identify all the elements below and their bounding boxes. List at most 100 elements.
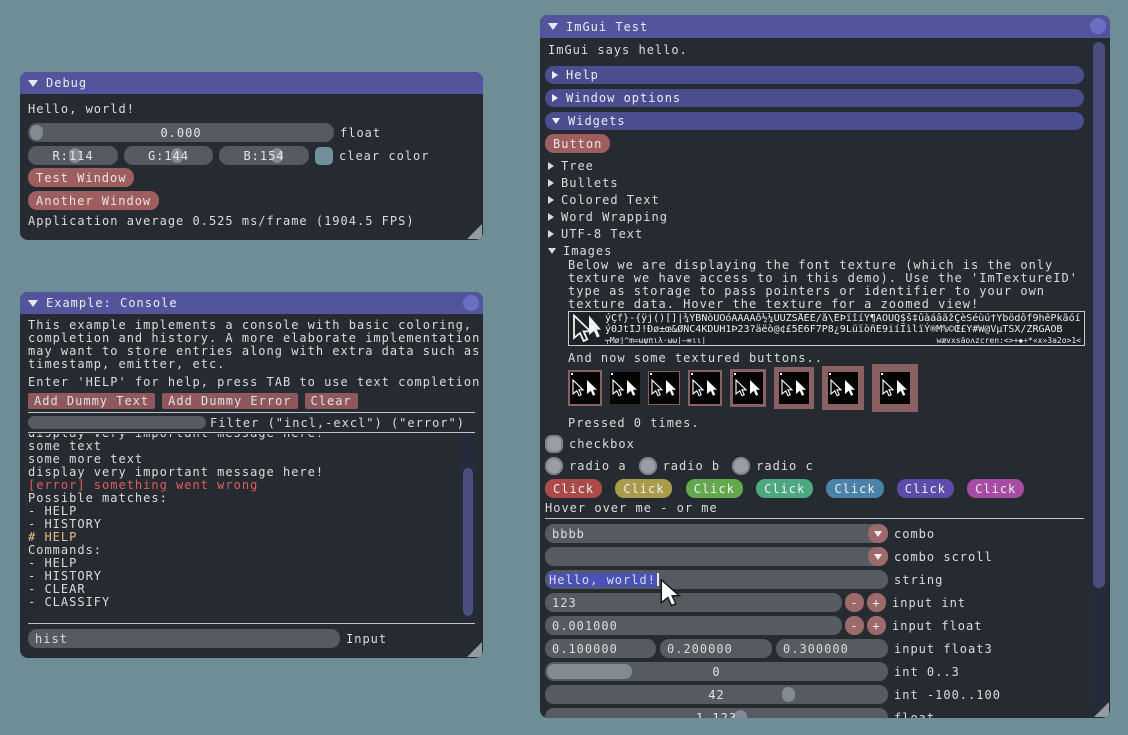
- close-icon[interactable]: [463, 295, 479, 311]
- test-titlebar[interactable]: ImGui Test: [540, 15, 1110, 38]
- slider-float[interactable]: 1.123: [545, 708, 888, 718]
- tree-node-utf8-text[interactable]: UTF-8 Text: [545, 225, 1084, 242]
- tree-label: Colored Text: [561, 193, 660, 207]
- header-widgets[interactable]: Widgets: [545, 112, 1084, 130]
- close-icon[interactable]: [1090, 18, 1106, 34]
- image-button[interactable]: [688, 370, 722, 406]
- color-edit-r-value: R:114: [28, 149, 118, 163]
- header-help[interactable]: Help: [545, 66, 1084, 84]
- imgui-test-window[interactable]: ImGui Test ImGui says hello. Help Window…: [540, 15, 1110, 718]
- header-window-options[interactable]: Window options: [545, 89, 1084, 107]
- debug-titlebar[interactable]: Debug: [20, 72, 483, 94]
- window-scrollbar-track[interactable]: [1091, 40, 1107, 714]
- collapse-arrow-icon[interactable]: [28, 80, 38, 87]
- separator: [28, 412, 475, 413]
- image-button[interactable]: [648, 371, 680, 405]
- color-edit-r[interactable]: R:114: [28, 146, 118, 165]
- tree-node-tree[interactable]: Tree: [545, 157, 1084, 174]
- click-button-teal[interactable]: Click: [756, 479, 813, 498]
- slider-label: int 0..3: [894, 665, 960, 679]
- image-button[interactable]: [610, 372, 640, 404]
- button-widget[interactable]: Button: [545, 134, 610, 153]
- window-scrollbar-thumb[interactable]: [1093, 42, 1105, 588]
- input-float-label: input float: [892, 619, 982, 633]
- input-float3-field-y[interactable]: 0.200000: [660, 639, 772, 658]
- resize-grip[interactable]: [1094, 702, 1109, 717]
- image-button[interactable]: [568, 370, 602, 406]
- tree-node-images[interactable]: Images: [545, 242, 1084, 259]
- resize-grip[interactable]: [467, 642, 482, 657]
- radio-c[interactable]: [732, 457, 750, 475]
- tree-node-word-wrapping[interactable]: Word Wrapping: [545, 208, 1084, 225]
- console-scrollbar-thumb[interactable]: [463, 468, 473, 616]
- click-button-olive[interactable]: Click: [615, 479, 672, 498]
- filter-input[interactable]: [28, 416, 206, 429]
- image-button[interactable]: [872, 364, 918, 412]
- add-dummy-text-button[interactable]: Add Dummy Text: [28, 393, 155, 409]
- test-window-button[interactable]: Test Window: [28, 168, 134, 187]
- color-edit-b[interactable]: B:154: [219, 146, 309, 165]
- decrement-button[interactable]: -: [845, 616, 864, 635]
- combo-arrow-button[interactable]: [868, 547, 888, 566]
- click-button-red[interactable]: Click: [545, 479, 602, 498]
- console-log[interactable]: display very important message here! som…: [28, 434, 475, 622]
- console-titlebar[interactable]: Example: Console: [20, 292, 483, 314]
- tree-label: Word Wrapping: [561, 210, 668, 224]
- tree-node-bullets[interactable]: Bullets: [545, 174, 1084, 191]
- combo-value: bbbb: [552, 527, 585, 541]
- textured-buttons-row: [568, 365, 1084, 411]
- console-window[interactable]: Example: Console This example implements…: [20, 292, 483, 658]
- string-input-value: Hello, world!: [548, 573, 657, 587]
- input-float3-z: 0.300000: [783, 642, 849, 656]
- greeting-text: ImGui says hello.: [548, 44, 1084, 57]
- cursor-texture: [779, 372, 809, 404]
- clear-button[interactable]: Clear: [305, 393, 358, 409]
- decrement-button[interactable]: -: [845, 593, 864, 612]
- tree-node-colored-text[interactable]: Colored Text: [545, 191, 1084, 208]
- input-float3-x: 0.100000: [552, 642, 618, 656]
- click-button-magenta[interactable]: Click: [967, 479, 1024, 498]
- input-float-field[interactable]: 0.001000: [545, 616, 842, 635]
- console-input-label: Input: [346, 632, 387, 646]
- input-float3-field-z[interactable]: 0.300000: [776, 639, 888, 658]
- radio-b[interactable]: [639, 457, 657, 475]
- console-command-input[interactable]: hist: [28, 629, 340, 648]
- cursor-arrow-outline-icon: [571, 314, 601, 344]
- combo-box[interactable]: bbbb: [545, 524, 888, 543]
- clear-color-swatch[interactable]: [315, 147, 333, 165]
- increment-button[interactable]: +: [867, 593, 886, 612]
- image-button[interactable]: [822, 366, 864, 410]
- image-button[interactable]: [730, 369, 766, 407]
- click-button-blue[interactable]: Click: [826, 479, 883, 498]
- click-button-purple[interactable]: Click: [897, 479, 954, 498]
- add-dummy-error-button[interactable]: Add Dummy Error: [162, 393, 297, 409]
- input-float3-label: input float3: [894, 642, 993, 656]
- increment-button[interactable]: +: [867, 616, 886, 635]
- input-float3-field-x[interactable]: 0.100000: [545, 639, 656, 658]
- color-edit-g[interactable]: G:144: [124, 146, 213, 165]
- float-slider[interactable]: 0.000: [28, 123, 334, 142]
- radio-a[interactable]: [545, 457, 563, 475]
- string-input[interactable]: Hello, world!: [545, 570, 888, 589]
- font-texture-row: wævxsäoʌzcren:<>+◆÷*«x»3a2o>1<: [937, 335, 1082, 344]
- checkbox[interactable]: [545, 435, 563, 453]
- combo-arrow-button[interactable]: [868, 524, 888, 543]
- log-line: - CLASSIFY: [28, 596, 475, 609]
- image-button[interactable]: [774, 367, 814, 409]
- another-window-button[interactable]: Another Window: [28, 191, 159, 210]
- tree-label: Bullets: [561, 176, 619, 190]
- console-scrollbar-track[interactable]: [461, 434, 475, 620]
- click-button-green[interactable]: Click: [686, 479, 743, 498]
- combo-scroll-box[interactable]: [545, 547, 888, 566]
- header-label: Widgets: [568, 114, 626, 128]
- collapse-arrow-icon[interactable]: [548, 23, 558, 30]
- slider-int-neg100-100[interactable]: 42: [545, 685, 888, 704]
- resize-grip[interactable]: [467, 224, 482, 239]
- debug-window[interactable]: Debug Hello, world! 0.000 float R:114 G:…: [20, 72, 483, 240]
- stats-text: Application average 0.525 ms/frame (1904…: [28, 215, 475, 228]
- slider-int-0-3[interactable]: 0: [545, 662, 888, 681]
- font-texture-image[interactable]: ýÇf}-{ÿj()[]|¾ÝBÑòÛÖóÄÃAÀô½¼ÙÚŽŠÅÉÈ/å\ÈÞ…: [568, 311, 1085, 346]
- chevron-down-icon: [548, 248, 556, 254]
- collapse-arrow-icon[interactable]: [28, 300, 38, 307]
- input-int-field[interactable]: 123: [545, 593, 842, 612]
